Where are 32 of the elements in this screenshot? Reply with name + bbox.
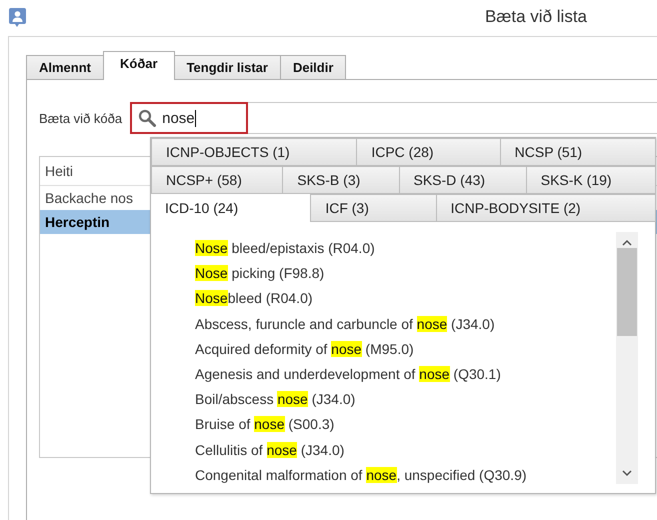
code-system-tab[interactable]: NCSP+ (58): [151, 166, 284, 194]
search-result[interactable]: Bruise of nose (S00.3): [195, 415, 655, 440]
code-system-tab[interactable]: ICF (3): [310, 194, 437, 222]
scrollbar[interactable]: [616, 232, 638, 484]
search-label: Bæta við kóða: [39, 110, 122, 126]
scroll-down-icon[interactable]: [622, 470, 632, 477]
search-result[interactable]: Nosebleed (R04.0): [195, 289, 655, 315]
search-result[interactable]: Abscess, furuncle and carbuncle of nose (J34.0): [195, 314, 655, 340]
tab[interactable]: Kóðar: [103, 51, 175, 80]
code-system-tab[interactable]: ICNP-BODYSITE (2): [436, 194, 656, 222]
search-result[interactable]: Boil/abscess nose (J34.0): [195, 390, 655, 416]
search-result[interactable]: Congenital malformation of nose, unspecified (Q30.9): [195, 466, 655, 491]
search-field[interactable]: nose: [130, 102, 657, 134]
code-system-tab[interactable]: SKS-D (43): [398, 166, 527, 194]
code-system-tab[interactable]: ICNP-OBJECTS (1): [151, 138, 358, 166]
search-result[interactable]: Agenesis and underdevelopment of nose (Q30.1): [195, 364, 655, 390]
search-result[interactable]: Nose bleed/epistaxis (R04.0): [195, 239, 655, 264]
search-icon: [138, 109, 156, 127]
contact-icon: [9, 8, 26, 28]
search-result[interactable]: Nose picking (F98.8): [195, 264, 655, 290]
tab[interactable]: Almennt: [26, 55, 104, 80]
code-system-tab[interactable]: SKS-B (3): [282, 166, 400, 194]
window-title: Bæta við lista: [484, 7, 587, 27]
code-system-tab[interactable]: SKS-K (19): [526, 166, 656, 194]
search-result[interactable]: Acquired deformity of nose (M95.0): [195, 340, 655, 365]
tab[interactable]: Tengdir listar: [174, 55, 281, 80]
tab[interactable]: Deildir: [280, 55, 346, 80]
search-result[interactable]: Cellulitis of nose (J34.0): [195, 440, 655, 466]
code-system-tab[interactable]: NCSP (51): [500, 138, 656, 166]
code-system-tab[interactable]: ICPC (28): [356, 138, 501, 166]
scrollbar-thumb[interactable]: [617, 248, 637, 336]
scroll-up-icon[interactable]: [622, 239, 632, 246]
